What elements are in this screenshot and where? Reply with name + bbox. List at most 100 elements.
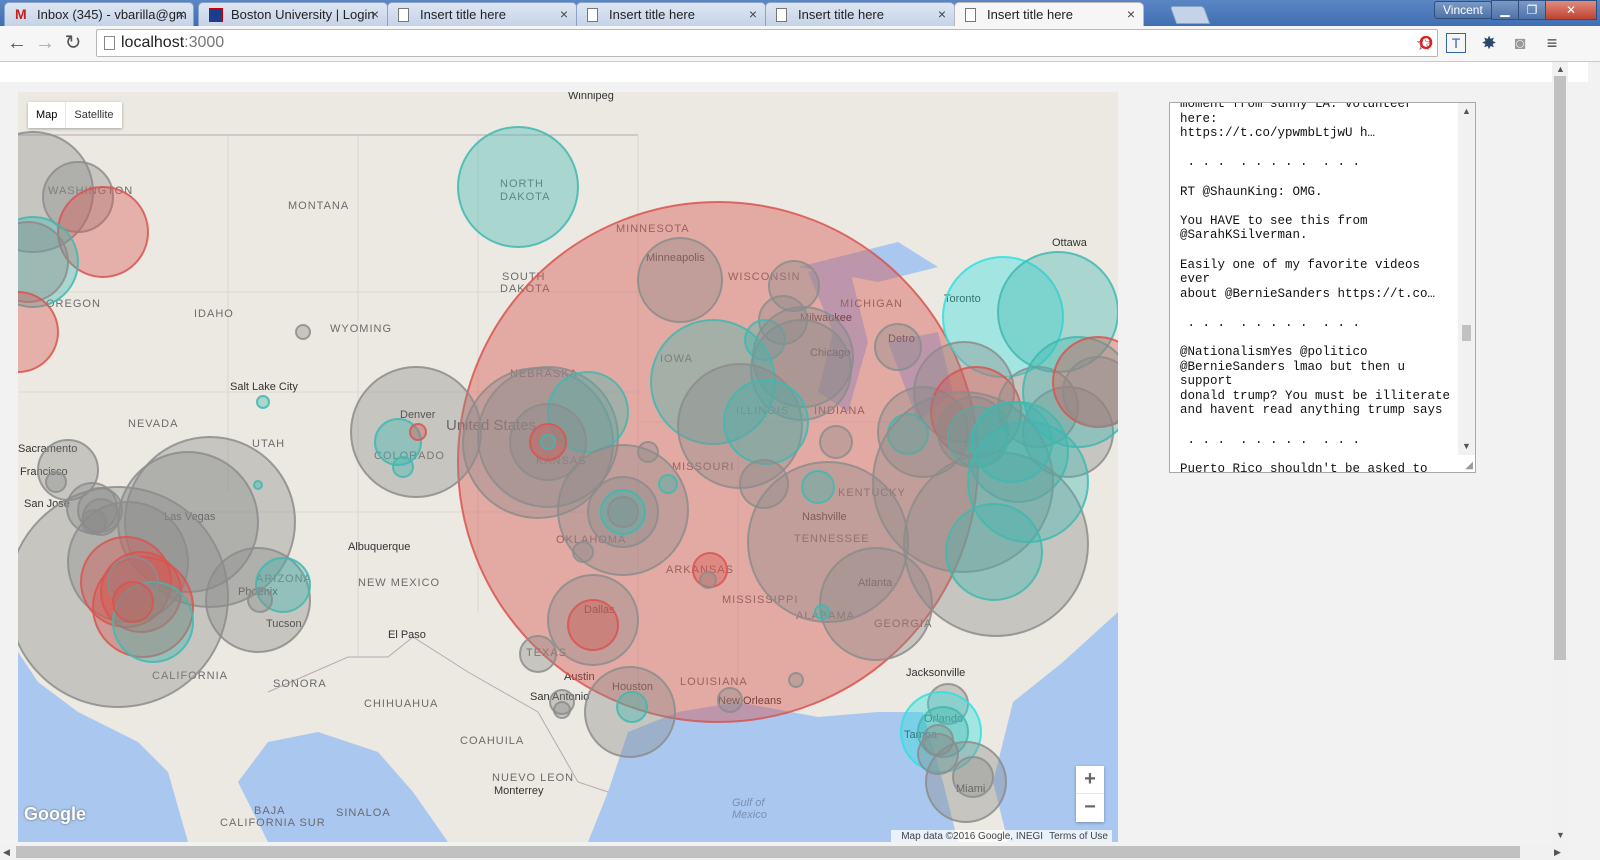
tweet-circle[interactable]	[952, 756, 994, 798]
new-tab-button[interactable]	[1169, 6, 1211, 24]
bu-icon	[209, 8, 223, 22]
city-label-salt-lake-city: Salt Lake City	[230, 381, 298, 393]
region-label-baja: BAJA	[254, 805, 286, 817]
close-icon[interactable]: ×	[371, 6, 379, 22]
close-icon[interactable]: ×	[560, 6, 568, 22]
tab-title: Inbox (345) - vbarilla@gm	[37, 7, 187, 22]
close-icon[interactable]: ×	[177, 6, 185, 22]
tweet-circle[interactable]	[874, 323, 922, 371]
map-type-satellite-button[interactable]: Satellite	[66, 102, 121, 128]
tab-insert-title-active[interactable]: Insert title here ×	[954, 2, 1144, 27]
url-host: localhost	[121, 34, 185, 51]
resize-grip-icon[interactable]: ◢	[1465, 460, 1473, 471]
map-data-text[interactable]: Map data ©2016 Google, INEGI	[901, 831, 1043, 842]
zoom-out-button[interactable]: −	[1076, 794, 1104, 822]
water-label-gulf-of-mexico-1: Gulf of	[732, 797, 765, 809]
map-type-map-button[interactable]: Map	[28, 102, 67, 128]
tweet-circle[interactable]	[567, 599, 619, 651]
tweet-circle[interactable]	[540, 434, 556, 450]
tab-insert-title-1[interactable]: Insert title here ×	[387, 2, 577, 26]
reload-button[interactable]: ↻	[60, 30, 86, 56]
menu-icon[interactable]: ≡	[1540, 31, 1564, 55]
tweet-circle[interactable]	[699, 571, 717, 589]
tweet-circle[interactable]	[253, 480, 263, 490]
tweet-circle[interactable]	[723, 379, 809, 465]
tweet-circle[interactable]	[801, 470, 835, 504]
zoom-in-button[interactable]: +	[1076, 766, 1104, 794]
tweet-circle[interactable]	[295, 324, 311, 340]
tweet-circle[interactable]	[81, 509, 107, 535]
tweet-circle[interactable]	[392, 456, 414, 478]
tweet-circle[interactable]	[519, 635, 557, 673]
address-bar[interactable]: localhost:3000 ☆	[96, 29, 1438, 57]
tab-title: Insert title here	[420, 7, 506, 22]
tweet-circle[interactable]	[814, 604, 830, 620]
map-type-control: Map Satellite	[28, 102, 122, 128]
map-canvas[interactable]: MONTANA NORTH DAKOTA SOUTH DAKOTA MINNES…	[18, 92, 1118, 842]
tweet-circle[interactable]	[637, 441, 659, 463]
scroll-down-arrow-icon[interactable]: ▼	[1556, 830, 1565, 840]
profile-button[interactable]: Vincent	[1434, 1, 1492, 19]
maximize-button[interactable]: ❐	[1518, 0, 1546, 20]
scroll-right-arrow-icon[interactable]: ▶	[1554, 847, 1561, 858]
tweet-feed-textarea[interactable]: moment from sunny LA. volunteer here: ht…	[1169, 102, 1476, 473]
tweet-circle[interactable]	[45, 471, 67, 493]
tab-insert-title-3[interactable]: Insert title here ×	[765, 2, 955, 26]
tweet-circle[interactable]	[819, 425, 853, 459]
scroll-up-arrow-icon[interactable]: ▲	[1556, 64, 1565, 74]
extension-formula-icon[interactable]: T	[1446, 33, 1466, 53]
tweet-circle[interactable]	[112, 581, 154, 623]
extension-puzzle-icon[interactable]: ✸	[1477, 31, 1501, 55]
tweet-circle[interactable]	[658, 474, 678, 494]
terms-of-use-link[interactable]: Terms of Use	[1049, 831, 1108, 842]
tab-insert-title-2[interactable]: Insert title here ×	[576, 2, 766, 26]
tweet-circle[interactable]	[572, 541, 594, 563]
window-close-button[interactable]: ✕	[1545, 0, 1597, 20]
tweet-circle[interactable]	[409, 423, 427, 441]
page-horizontal-scrollbar[interactable]: ◀ ▶	[0, 844, 1568, 860]
tweet-circle[interactable]	[717, 687, 743, 713]
tweet-circle[interactable]	[637, 237, 723, 323]
page-horizontal-scrollbar-thumb[interactable]	[16, 846, 1520, 858]
minimize-button[interactable]: ▁	[1491, 0, 1519, 20]
page-icon	[776, 8, 787, 22]
close-icon[interactable]: ×	[1127, 6, 1135, 22]
region-label-nevada: NEVADA	[128, 418, 178, 430]
region-label-chihuahua: CHIHUAHUA	[364, 698, 438, 710]
google-map[interactable]: MONTANA NORTH DAKOTA SOUTH DAKOTA MINNES…	[18, 92, 1118, 842]
forward-button[interactable]: →	[32, 30, 58, 56]
feed-scrollbar-thumb[interactable]	[1462, 325, 1471, 341]
tab-gmail[interactable]: M Inbox (345) - vbarilla@gm ×	[4, 2, 194, 26]
scroll-left-arrow-icon[interactable]: ◀	[3, 847, 10, 858]
tweet-circle[interactable]	[256, 395, 270, 409]
tab-bu-login[interactable]: Boston University | Login ×	[198, 2, 388, 26]
tweet-circle[interactable]	[788, 672, 804, 688]
url-port: :3000	[184, 34, 225, 51]
page-icon	[104, 36, 115, 50]
tweet-circle[interactable]	[553, 701, 571, 719]
google-logo[interactable]: Google	[24, 804, 86, 825]
page-icon	[965, 8, 976, 22]
tweet-feed-text[interactable]: moment from sunny LA. volunteer here: ht…	[1180, 103, 1456, 472]
scroll-down-arrow-icon[interactable]: ▼	[1462, 441, 1471, 451]
tweet-circle[interactable]	[607, 496, 639, 528]
region-label-wyoming: WYOMING	[330, 323, 392, 335]
scroll-up-arrow-icon[interactable]: ▲	[1462, 106, 1471, 116]
city-label-winnipeg: Winnipeg	[568, 92, 614, 102]
tweet-circle[interactable]	[247, 587, 273, 613]
extension-bucket-icon[interactable]: ◙	[1508, 31, 1532, 55]
page-vertical-scrollbar[interactable]: ▲ ▼	[1552, 62, 1568, 844]
feed-scrollbar[interactable]: ▲ ▼	[1458, 103, 1475, 455]
region-label-nuevo-leon: NUEVO LEON	[492, 772, 574, 784]
close-icon[interactable]: ×	[938, 6, 946, 22]
opera-icon[interactable]: O	[1414, 31, 1438, 55]
tweet-circle[interactable]	[971, 401, 1053, 483]
region-label-sonora: SONORA	[273, 678, 327, 690]
tweet-circle[interactable]	[616, 691, 648, 723]
tweet-circle[interactable]	[457, 126, 579, 248]
page-vertical-scrollbar-thumb[interactable]	[1554, 76, 1566, 660]
url-text[interactable]: localhost:3000	[121, 34, 224, 52]
back-button[interactable]: ←	[4, 30, 30, 56]
close-icon[interactable]: ×	[749, 6, 757, 22]
city-label-el-paso: El Paso	[388, 629, 426, 641]
